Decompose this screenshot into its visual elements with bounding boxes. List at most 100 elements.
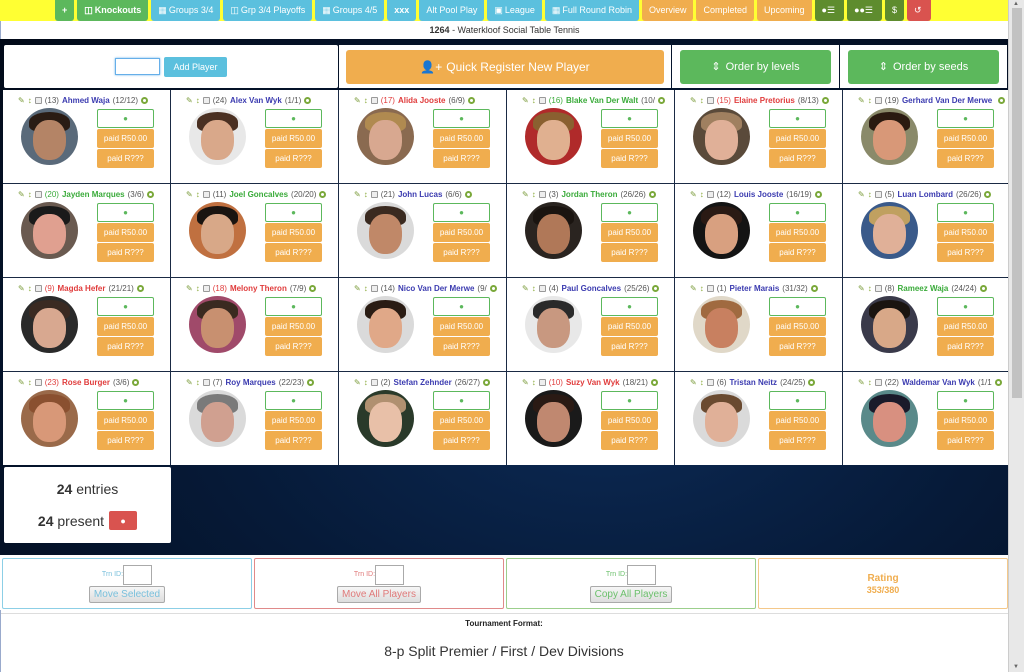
profile-button[interactable]: ●	[265, 297, 322, 316]
edit-pencil-icon[interactable]: ✎	[690, 378, 697, 387]
player-name[interactable]: Melony Theron	[230, 284, 287, 293]
select-checkbox[interactable]	[370, 191, 378, 198]
paid-unknown-button[interactable]: paid R???	[601, 243, 658, 262]
select-checkbox[interactable]	[202, 379, 210, 386]
nav-button-completed[interactable]: Completed	[696, 0, 755, 21]
drag-handle-icon[interactable]: ↕	[868, 378, 872, 387]
status-circle-icon[interactable]	[810, 285, 818, 292]
edit-pencil-icon[interactable]: ✎	[354, 284, 361, 293]
edit-pencil-icon[interactable]: ✎	[690, 284, 697, 293]
edit-pencil-icon[interactable]: ✎	[18, 378, 25, 387]
paid-unknown-button[interactable]: paid R???	[601, 431, 658, 450]
paid-amount-button[interactable]: paid R50.00	[97, 411, 154, 430]
select-checkbox[interactable]	[202, 97, 210, 104]
drag-handle-icon[interactable]: ↕	[868, 190, 872, 199]
drag-handle-icon[interactable]: ↕	[364, 190, 368, 199]
paid-unknown-button[interactable]: paid R???	[265, 149, 322, 168]
paid-unknown-button[interactable]: paid R???	[265, 431, 322, 450]
profile-button[interactable]: ●	[433, 109, 490, 128]
drag-handle-icon[interactable]: ↕	[868, 96, 872, 105]
paid-amount-button[interactable]: paid R50.00	[937, 223, 994, 242]
profile-button[interactable]: ●	[937, 109, 994, 128]
paid-amount-button[interactable]: paid R50.00	[433, 411, 490, 430]
paid-amount-button[interactable]: paid R50.00	[433, 129, 490, 148]
select-checkbox[interactable]	[34, 191, 42, 198]
paid-unknown-button[interactable]: paid R???	[433, 431, 490, 450]
nav-button-knockouts[interactable]: ◫ Knockouts	[77, 0, 149, 21]
profile-button[interactable]: ●	[769, 203, 826, 222]
drag-handle-icon[interactable]: ↕	[28, 190, 32, 199]
paid-amount-button[interactable]: paid R50.00	[265, 411, 322, 430]
order-by-seeds-button[interactable]: ⇕ Order by seeds	[848, 49, 999, 84]
select-checkbox[interactable]	[538, 97, 546, 104]
paid-unknown-button[interactable]: paid R???	[433, 243, 490, 262]
profile-button[interactable]: ●	[601, 109, 658, 128]
paid-unknown-button[interactable]: paid R???	[937, 149, 994, 168]
profile-button[interactable]: ●	[265, 391, 322, 410]
edit-pencil-icon[interactable]: ✎	[18, 96, 25, 105]
edit-pencil-icon[interactable]: ✎	[858, 284, 865, 293]
select-checkbox[interactable]	[202, 191, 210, 198]
player-name[interactable]: Nico Van Der Merwe	[398, 284, 474, 293]
paid-unknown-button[interactable]: paid R???	[937, 431, 994, 450]
edit-pencil-icon[interactable]: ✎	[858, 190, 865, 199]
select-checkbox[interactable]	[538, 191, 546, 198]
copy-all-players-button[interactable]: Copy All Players	[589, 585, 673, 603]
paid-amount-button[interactable]: paid R50.00	[433, 223, 490, 242]
paid-unknown-button[interactable]: paid R???	[97, 337, 154, 356]
nav-button-groups-3-4[interactable]: ▦ Groups 3/4	[151, 0, 221, 21]
present-users-button[interactable]: ●	[109, 511, 138, 530]
status-circle-icon[interactable]	[307, 379, 315, 386]
drag-handle-icon[interactable]: ↕	[196, 378, 200, 387]
paid-amount-button[interactable]: paid R50.00	[937, 317, 994, 336]
paid-amount-button[interactable]: paid R50.00	[769, 223, 826, 242]
paid-amount-button[interactable]: paid R50.00	[769, 129, 826, 148]
select-checkbox[interactable]	[202, 285, 210, 292]
tm-id-input[interactable]	[123, 564, 153, 585]
drag-handle-icon[interactable]: ↕	[532, 284, 536, 293]
paid-unknown-button[interactable]: paid R???	[601, 149, 658, 168]
profile-button[interactable]: ●	[265, 109, 322, 128]
nav-button-overview[interactable]: Overview	[641, 0, 694, 21]
edit-pencil-icon[interactable]: ✎	[858, 96, 865, 105]
player-name[interactable]: John Lucas	[398, 190, 442, 199]
profile-button[interactable]: ●	[601, 391, 658, 410]
status-circle-icon[interactable]	[979, 285, 987, 292]
status-circle-icon[interactable]	[650, 379, 658, 386]
select-checkbox[interactable]	[370, 379, 378, 386]
profile-button[interactable]: ●	[601, 203, 658, 222]
paid-unknown-button[interactable]: paid R???	[937, 243, 994, 262]
edit-pencil-icon[interactable]: ✎	[690, 190, 697, 199]
profile-button[interactable]: ●	[433, 203, 490, 222]
status-circle-icon[interactable]	[994, 379, 1002, 386]
player-name[interactable]: Pieter Marais	[729, 284, 779, 293]
status-circle-icon[interactable]	[657, 97, 665, 104]
move-selected-button[interactable]: Move Selected	[88, 585, 166, 603]
profile-button[interactable]: ●	[601, 297, 658, 316]
paid-amount-button[interactable]: paid R50.00	[937, 129, 994, 148]
edit-pencil-icon[interactable]: ✎	[186, 378, 193, 387]
paid-unknown-button[interactable]: paid R???	[97, 431, 154, 450]
order-by-levels-button[interactable]: ⇕ Order by levels	[680, 49, 831, 84]
select-checkbox[interactable]	[538, 285, 546, 292]
profile-button[interactable]: ●	[265, 203, 322, 222]
paid-amount-button[interactable]: paid R50.00	[769, 411, 826, 430]
drag-handle-icon[interactable]: ↕	[196, 284, 200, 293]
edit-pencil-icon[interactable]: ✎	[522, 96, 529, 105]
player-name[interactable]: Tristan Neitz	[729, 378, 777, 387]
profile-button[interactable]: ●	[769, 391, 826, 410]
paid-unknown-button[interactable]: paid R???	[601, 337, 658, 356]
status-circle-icon[interactable]	[136, 285, 144, 292]
tm-id-input[interactable]	[627, 564, 657, 585]
nav-button-upcoming[interactable]: Upcoming	[757, 0, 812, 21]
status-circle-icon[interactable]	[814, 191, 822, 198]
select-checkbox[interactable]	[706, 379, 714, 386]
select-checkbox[interactable]	[874, 379, 882, 386]
player-name[interactable]: Joel Goncalves	[229, 190, 288, 199]
edit-pencil-icon[interactable]: ✎	[186, 190, 193, 199]
status-circle-icon[interactable]	[464, 191, 472, 198]
status-circle-icon[interactable]	[808, 379, 816, 386]
status-circle-icon[interactable]	[309, 285, 317, 292]
nav-button-user-list[interactable]: ●☰	[814, 0, 845, 21]
profile-button[interactable]: ●	[97, 297, 154, 316]
